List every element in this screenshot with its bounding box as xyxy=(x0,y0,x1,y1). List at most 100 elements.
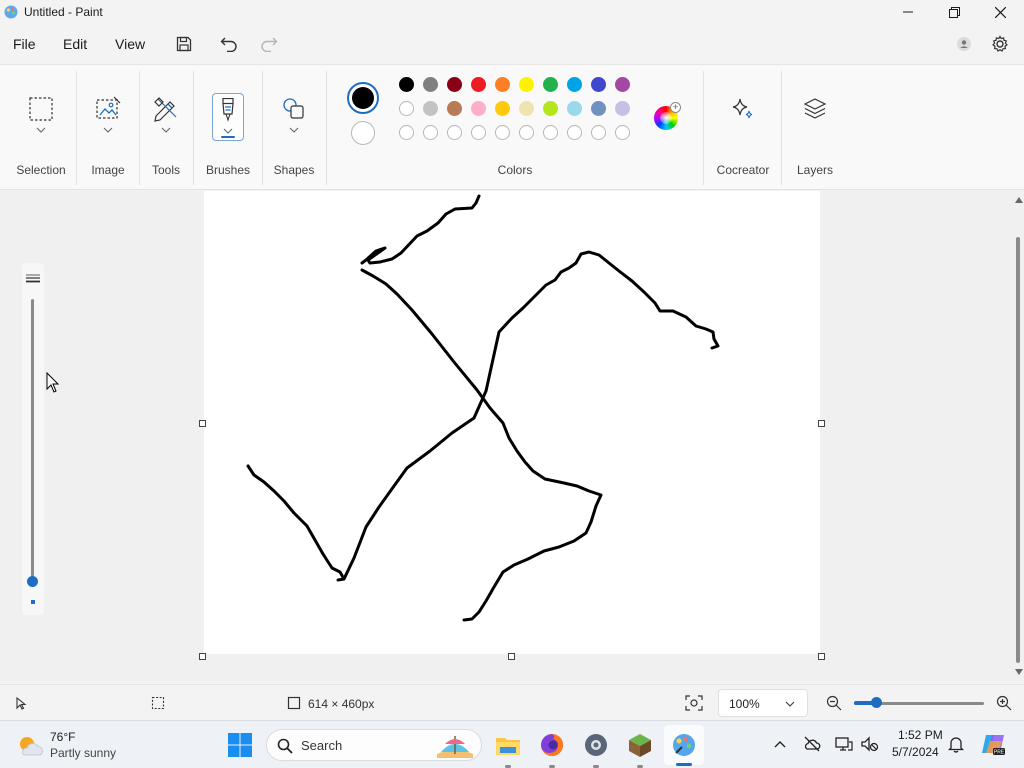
scrollbar-thumb[interactable] xyxy=(1016,237,1020,663)
color-swatch[interactable] xyxy=(591,77,606,92)
save-button[interactable] xyxy=(171,31,197,57)
custom-color-slot[interactable] xyxy=(519,125,534,140)
shapes-group[interactable]: Shapes xyxy=(263,65,325,191)
slider-thumb[interactable] xyxy=(27,576,38,588)
layers-group[interactable]: Layers xyxy=(784,65,846,191)
brush-size-slider[interactable] xyxy=(22,263,44,615)
color-swatch[interactable] xyxy=(399,101,414,116)
firefox-icon[interactable] xyxy=(538,731,566,759)
settings-button[interactable] xyxy=(987,31,1013,57)
drawing-canvas[interactable] xyxy=(204,191,820,654)
weather-widget[interactable]: 76°F Partly sunny xyxy=(10,727,130,763)
selection-tool[interactable] xyxy=(27,95,55,123)
resize-handle-bottom[interactable] xyxy=(508,653,515,660)
color-swatch[interactable] xyxy=(423,77,438,92)
close-icon xyxy=(994,6,1006,18)
file-explorer-icon[interactable] xyxy=(494,731,522,759)
color-swatch[interactable] xyxy=(471,101,486,116)
close-button[interactable] xyxy=(977,0,1023,24)
color-swatch[interactable] xyxy=(447,101,462,116)
brushes-group[interactable]: Brushes xyxy=(195,65,261,191)
resize-handle-bottom-left[interactable] xyxy=(199,653,206,660)
custom-color-slot[interactable] xyxy=(447,125,462,140)
color-swatch[interactable] xyxy=(519,101,534,116)
settings-app-icon[interactable] xyxy=(582,731,610,759)
scroll-down-icon[interactable] xyxy=(1015,669,1023,675)
color-swatch[interactable] xyxy=(567,77,582,92)
title-bar: Untitled - Paint xyxy=(0,0,1024,24)
zoom-out-icon[interactable] xyxy=(826,695,842,711)
color-swatch[interactable] xyxy=(591,101,606,116)
fit-to-window-icon[interactable] xyxy=(685,695,703,711)
redo-button[interactable] xyxy=(256,31,282,57)
menu-file[interactable]: File xyxy=(13,36,36,52)
selection-group[interactable]: Selection xyxy=(8,65,74,191)
group-label-shapes: Shapes xyxy=(273,163,315,177)
clock-time[interactable]: 1:52 PM xyxy=(898,728,943,742)
notification-bell-icon[interactable] xyxy=(948,735,964,753)
menu-view[interactable]: View xyxy=(115,36,145,52)
custom-color-slot[interactable] xyxy=(423,125,438,140)
vertical-scrollbar[interactable] xyxy=(1013,191,1024,681)
color-swatch[interactable] xyxy=(519,77,534,92)
color-swatch[interactable] xyxy=(543,101,558,116)
cocreator-group[interactable]: Cocreator xyxy=(706,65,780,191)
zoom-in-icon[interactable] xyxy=(996,695,1012,711)
image-group[interactable]: Image xyxy=(78,65,138,191)
color-swatch[interactable] xyxy=(615,77,630,92)
minecraft-icon[interactable] xyxy=(626,731,654,759)
account-button[interactable] xyxy=(951,31,977,57)
custom-color-slot[interactable] xyxy=(399,125,414,140)
color-swatch[interactable] xyxy=(423,101,438,116)
paint-taskbar-button[interactable] xyxy=(664,725,704,766)
color-swatch[interactable] xyxy=(615,101,630,116)
brushes-tool[interactable] xyxy=(212,93,244,141)
undo-button[interactable] xyxy=(216,31,242,57)
resize-handle-left[interactable] xyxy=(199,420,206,427)
custom-color-slot[interactable] xyxy=(543,125,558,140)
shapes-tool[interactable] xyxy=(280,95,308,123)
chevron-down-icon[interactable] xyxy=(103,127,113,133)
color-swatch[interactable] xyxy=(543,77,558,92)
minimize-button[interactable] xyxy=(885,0,931,24)
secondary-color[interactable] xyxy=(351,121,375,145)
chevron-down-icon[interactable] xyxy=(289,127,299,133)
custom-color-slot[interactable] xyxy=(567,125,582,140)
chevron-down-icon[interactable] xyxy=(223,128,233,134)
taskbar-search[interactable]: Search xyxy=(266,729,482,761)
volume-muted-icon[interactable] xyxy=(861,736,879,752)
tools-tool[interactable] xyxy=(152,95,180,123)
image-tool[interactable] xyxy=(94,95,122,123)
custom-color-slot[interactable] xyxy=(615,125,630,140)
slider-track[interactable] xyxy=(31,299,34,587)
menu-edit[interactable]: Edit xyxy=(63,36,87,52)
zoom-dropdown[interactable]: 100% xyxy=(718,689,808,717)
tools-group[interactable]: Tools xyxy=(140,65,192,191)
color-swatch[interactable] xyxy=(495,101,510,116)
color-swatch[interactable] xyxy=(471,77,486,92)
scroll-up-icon[interactable] xyxy=(1015,197,1023,203)
resize-handle-right[interactable] xyxy=(818,420,825,427)
zoom-slider-thumb[interactable] xyxy=(871,697,883,708)
custom-color-slot[interactable] xyxy=(495,125,510,140)
restore-button[interactable] xyxy=(931,0,977,24)
network-icon[interactable] xyxy=(835,736,853,752)
clock-date[interactable]: 5/7/2024 xyxy=(892,745,939,759)
primary-color-ring[interactable] xyxy=(347,82,379,114)
custom-color-slot[interactable] xyxy=(591,125,606,140)
layers-tool[interactable] xyxy=(801,95,829,123)
custom-color-slot[interactable] xyxy=(471,125,486,140)
color-swatch[interactable] xyxy=(399,77,414,92)
brush-stroke xyxy=(246,464,346,582)
onedrive-offline-icon[interactable] xyxy=(803,736,821,752)
chevron-up-icon[interactable] xyxy=(774,740,786,748)
copilot-icon[interactable]: PRE xyxy=(980,731,1006,757)
color-swatch[interactable] xyxy=(567,101,582,116)
cocreator-tool[interactable] xyxy=(729,95,757,123)
chevron-down-icon[interactable] xyxy=(161,127,171,133)
color-swatch[interactable] xyxy=(495,77,510,92)
windows-start-icon[interactable] xyxy=(226,731,254,759)
resize-handle-bottom-right[interactable] xyxy=(818,653,825,660)
color-swatch[interactable] xyxy=(447,77,462,92)
chevron-down-icon[interactable] xyxy=(36,127,46,133)
